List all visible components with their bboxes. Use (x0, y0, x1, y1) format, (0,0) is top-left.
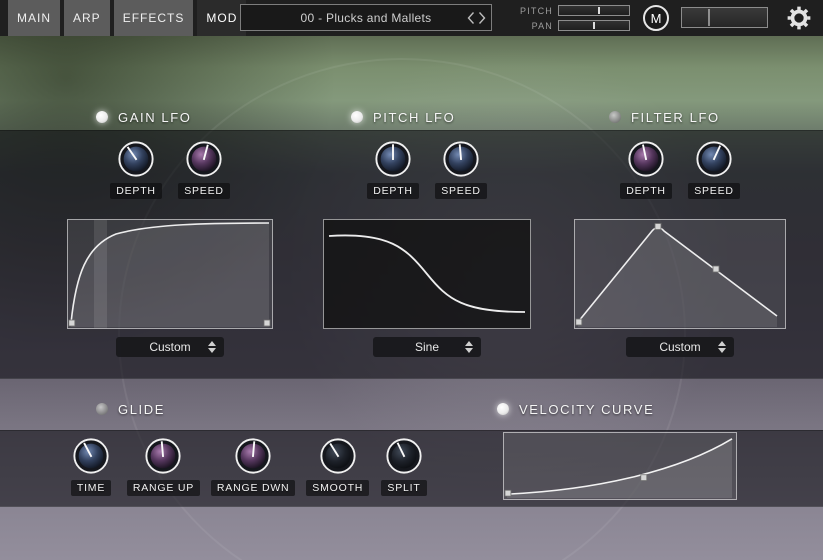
next-preset-icon[interactable] (477, 11, 486, 25)
tab-mod[interactable]: MOD (197, 0, 246, 36)
pan-slider[interactable] (558, 20, 630, 31)
curve-handle[interactable] (576, 319, 582, 325)
glide-split-knob[interactable] (385, 437, 423, 475)
tab-arp[interactable]: ARP (64, 0, 110, 36)
pitch-slider[interactable] (558, 5, 630, 16)
volume-slider[interactable] (681, 7, 768, 28)
glide-led[interactable] (96, 403, 108, 415)
pitch-depth-knob[interactable] (374, 140, 412, 178)
glide-time-label: TIME (71, 480, 111, 496)
pitch-lfo-title: PITCH LFO (373, 110, 455, 125)
top-bar: MAIN ARP EFFECTS MOD 00 - Plucks and Mal… (0, 0, 823, 36)
glide-smooth-label: SMOOTH (306, 480, 369, 496)
gain-curve-graph (68, 220, 272, 328)
updown-arrows-icon (465, 341, 473, 353)
glide-smooth-knob[interactable] (319, 437, 357, 475)
pitch-lfo-section: DEPTH SPEED Sine (324, 140, 530, 357)
glide-title: GLIDE (118, 402, 165, 417)
preset-selector[interactable]: 00 - Plucks and Mallets (240, 4, 492, 31)
velocity-curve-graph (504, 433, 736, 499)
gain-depth-label: DEPTH (110, 183, 162, 199)
filter-depth-label: DEPTH (620, 183, 672, 199)
pitch-slider-handle (598, 7, 600, 14)
glide-range-dwn-knob[interactable] (234, 437, 272, 475)
pitch-depth-label: DEPTH (367, 183, 419, 199)
filter-curve-graph (575, 220, 785, 328)
pan-slider-handle (593, 22, 595, 29)
pitch-shape-dropdown[interactable]: Sine (373, 337, 481, 357)
velocity-curve-title: VELOCITY CURVE (519, 402, 654, 417)
tab-effects[interactable]: EFFECTS (114, 0, 194, 36)
gain-lfo-header: GAIN LFO (96, 105, 191, 129)
glide-range-up-label: RANGE UP (127, 480, 200, 496)
filter-speed-label: SPEED (688, 183, 740, 199)
glide-split-label: SPLIT (381, 480, 426, 496)
gain-speed-label: SPEED (178, 183, 230, 199)
gain-lfo-title: GAIN LFO (118, 110, 191, 125)
settings-gear-icon[interactable] (786, 5, 812, 31)
pitch-label: PITCH (517, 6, 553, 16)
pitch-speed-knob[interactable] (442, 140, 480, 178)
filter-lfo-curve-editor[interactable] (574, 219, 786, 329)
mono-button[interactable]: M (643, 5, 669, 31)
plugin-window: MAIN ARP EFFECTS MOD 00 - Plucks and Mal… (0, 0, 823, 560)
tab-main[interactable]: MAIN (8, 0, 60, 36)
filter-depth-knob[interactable] (627, 140, 665, 178)
volume-slider-handle (708, 9, 710, 26)
pitch-lfo-led[interactable] (351, 111, 363, 123)
curve-handle[interactable] (713, 266, 719, 272)
nav-tabs: MAIN ARP EFFECTS MOD (8, 0, 246, 36)
updown-arrows-icon (718, 341, 726, 353)
filter-shape-dropdown[interactable]: Custom (626, 337, 734, 357)
gain-lfo-curve-editor[interactable] (67, 219, 273, 329)
pitch-curve-graph (324, 220, 530, 328)
gain-shape-dropdown[interactable]: Custom (116, 337, 224, 357)
filter-shape-value: Custom (659, 340, 700, 354)
gain-speed-knob[interactable] (185, 140, 223, 178)
prev-preset-icon[interactable] (467, 11, 476, 25)
curve-handle[interactable] (655, 224, 661, 230)
glide-time-knob[interactable] (72, 437, 110, 475)
curve-handle[interactable] (641, 475, 647, 481)
pitch-lfo-header: PITCH LFO (351, 105, 455, 129)
curve-handle[interactable] (505, 490, 511, 496)
pitch-lfo-curve-editor[interactable] (323, 219, 531, 329)
velocity-curve-led[interactable] (497, 403, 509, 415)
glide-range-dwn-label: RANGE DWN (211, 480, 296, 496)
pan-label: PAN (517, 21, 553, 31)
preset-nav (467, 5, 486, 30)
filter-speed-knob[interactable] (695, 140, 733, 178)
filter-lfo-header: FILTER LFO (609, 105, 720, 129)
updown-arrows-icon (208, 341, 216, 353)
filter-lfo-title: FILTER LFO (631, 110, 720, 125)
gain-lfo-led[interactable] (96, 111, 108, 123)
gain-lfo-section: DEPTH SPEED Custom (68, 140, 272, 357)
pitch-shape-value: Sine (415, 340, 439, 354)
velocity-curve-editor[interactable] (503, 432, 737, 500)
velocity-curve-header: VELOCITY CURVE (497, 397, 654, 421)
filter-lfo-led[interactable] (609, 111, 621, 123)
curve-handle[interactable] (264, 320, 270, 326)
glide-header: GLIDE (96, 397, 165, 421)
curve-handle[interactable] (69, 320, 75, 326)
pitch-speed-label: SPEED (435, 183, 487, 199)
glide-range-up-knob[interactable] (144, 437, 182, 475)
gain-depth-knob[interactable] (117, 140, 155, 178)
preset-name: 00 - Plucks and Mallets (301, 11, 432, 25)
gain-shape-value: Custom (149, 340, 190, 354)
filter-lfo-section: DEPTH SPEED Custom (575, 140, 785, 357)
glide-controls: TIME RANGE UP RANGE DWN SMOOT (66, 437, 428, 496)
